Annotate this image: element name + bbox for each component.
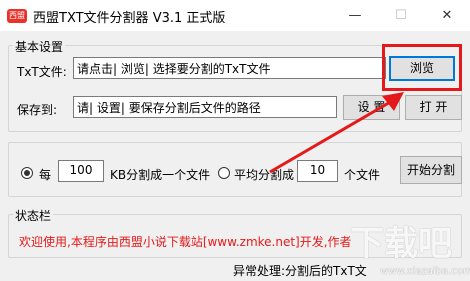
save-path-input[interactable]: 请| 设置| 要保存分割后文件的路径	[73, 96, 337, 118]
file-count-input[interactable]: 10	[297, 160, 338, 182]
txt-file-label: TxT文件:	[17, 65, 67, 79]
status-message: 欢迎使用,本程序由西盟小说下载站[www.zmke.net]开发,作者	[19, 235, 352, 249]
split-by-size-radio[interactable]	[21, 167, 33, 179]
watermark-logo: 下载吧	[350, 224, 452, 264]
open-button[interactable]: 打 开	[405, 95, 462, 120]
txt-file-input[interactable]: 请点击| 浏览| 选择要分割的TxT文件	[73, 57, 386, 79]
title-bar: 西盟 西盟TXT文件分割器 V3.1 正式版 — ☐ ✕	[0, 0, 470, 31]
split-evenly-radio[interactable]	[218, 167, 230, 179]
settings-button[interactable]: 设 置	[343, 95, 400, 120]
maximize-button[interactable]: ☐	[378, 0, 424, 31]
size-kb-input[interactable]: 100	[58, 160, 104, 182]
save-to-label: 保存到:	[17, 103, 58, 117]
start-split-button[interactable]: 开始分割	[400, 156, 462, 184]
app-logo-icon: 西盟	[7, 9, 27, 23]
watermark-url: www.xiazaiba.com	[380, 266, 470, 277]
watermark: 下载吧 www.xiazaiba.com	[340, 216, 470, 281]
split-evenly-prefix: 平均分割成	[234, 168, 295, 182]
split-by-size-prefix: 每	[39, 168, 52, 182]
basic-settings-caption: 基本设置	[13, 38, 66, 55]
minimize-button[interactable]: —	[332, 0, 378, 31]
split-by-size-suffix: KB分割成一个文件	[110, 168, 211, 182]
status-caption: 状态栏	[13, 207, 54, 224]
highlight-annotation	[382, 44, 462, 91]
split-evenly-suffix: 个文件	[344, 168, 381, 182]
close-button[interactable]: ✕	[424, 0, 470, 31]
window-title: 西盟TXT文件分割器 V3.1 正式版	[33, 11, 226, 26]
